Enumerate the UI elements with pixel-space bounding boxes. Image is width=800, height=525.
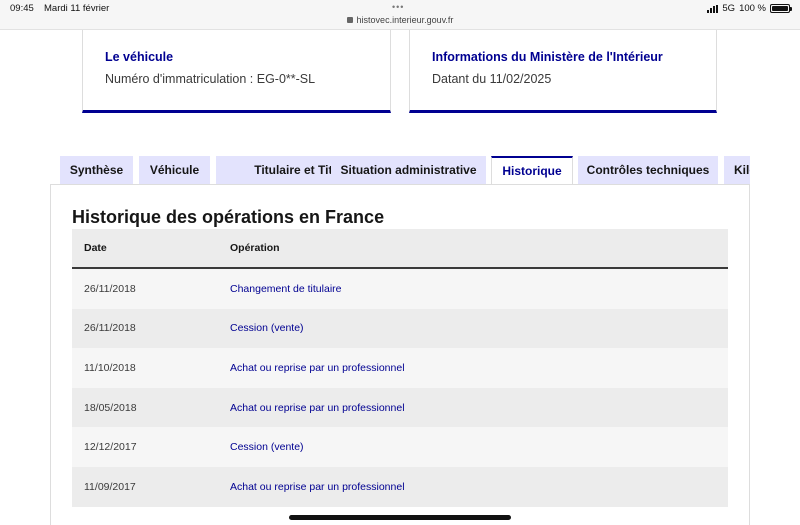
network-label: 5G [722, 3, 736, 14]
battery-label: 100 % [739, 3, 766, 14]
vehicle-card: Le véhicule Numéro d'immatriculation : E… [82, 30, 391, 113]
row-operation: Achat ou reprise par un professionnel [230, 480, 405, 493]
tab-list: Synthèse Véhicule Titulaire et Titre Sit… [60, 156, 750, 184]
history-table: Date Opération 26/11/2018 Changement de … [72, 229, 728, 507]
history-title: Historique des opérations en France [72, 207, 385, 227]
table-row: 18/05/2018 Achat ou reprise par un profe… [72, 387, 728, 428]
vehicle-card-title: Le véhicule [105, 50, 174, 64]
tab-kilometrage[interactable]: Kilo [724, 156, 750, 184]
tab-synthese[interactable]: Synthèse [60, 156, 133, 184]
column-header-date: Date [84, 242, 107, 254]
tab-historique[interactable]: Historique [491, 156, 573, 184]
status-bar: 09:45 Mardi 11 février ••• histovec.inte… [0, 0, 800, 30]
ministry-card: Informations du Ministère de l'Intérieur… [409, 30, 717, 113]
ministry-card-title: Informations du Ministère de l'Intérieur [432, 50, 663, 64]
row-date: 12/12/2017 [84, 441, 137, 454]
table-row: 26/11/2018 Changement de titulaire [72, 269, 728, 309]
row-operation: Changement de titulaire [230, 282, 342, 295]
battery-fill [772, 6, 788, 11]
status-indicators: 5G 100 % [707, 3, 792, 14]
table-header: Date Opération [72, 229, 728, 269]
signal-icon [707, 4, 719, 13]
row-date: 11/10/2018 [84, 361, 136, 374]
table-row: 26/11/2018 Cession (vente) [72, 308, 728, 349]
registration-number: Numéro d'immatriculation : EG-0**-SL [105, 72, 316, 86]
row-date: 11/09/2017 [84, 480, 136, 493]
status-date: Mardi 11 février [44, 3, 110, 14]
status-time: 09:45 [10, 3, 34, 14]
home-indicator[interactable] [289, 515, 511, 520]
tab-vehicule[interactable]: Véhicule [139, 156, 210, 184]
table-row: 11/10/2018 Achat ou reprise par un profe… [72, 348, 728, 388]
row-date: 26/11/2018 [84, 282, 136, 295]
row-date: 26/11/2018 [84, 322, 136, 335]
table-row: 11/09/2017 Achat ou reprise par un profe… [72, 466, 728, 507]
row-operation: Cession (vente) [230, 322, 304, 335]
row-operation: Cession (vente) [230, 441, 304, 454]
tab-overview-dots-icon[interactable]: ••• [392, 2, 404, 12]
row-operation: Achat ou reprise par un professionnel [230, 361, 405, 374]
lock-icon [346, 17, 353, 23]
table-row: 12/12/2017 Cession (vente) [72, 427, 728, 467]
row-date: 18/05/2018 [84, 401, 137, 414]
tab-controles-techniques[interactable]: Contrôles techniques [578, 156, 718, 184]
tab-situation-administrative[interactable]: Situation administrative [331, 156, 486, 184]
row-operation: Achat ou reprise par un professionnel [230, 401, 405, 414]
battery-icon [770, 4, 792, 13]
address-bar[interactable]: histovec.interieur.gouv.fr [0, 15, 800, 25]
ministry-date: Datant du 11/02/2025 [432, 72, 552, 86]
address-url: histovec.interieur.gouv.fr [356, 15, 454, 25]
column-header-operation: Opération [230, 242, 280, 254]
